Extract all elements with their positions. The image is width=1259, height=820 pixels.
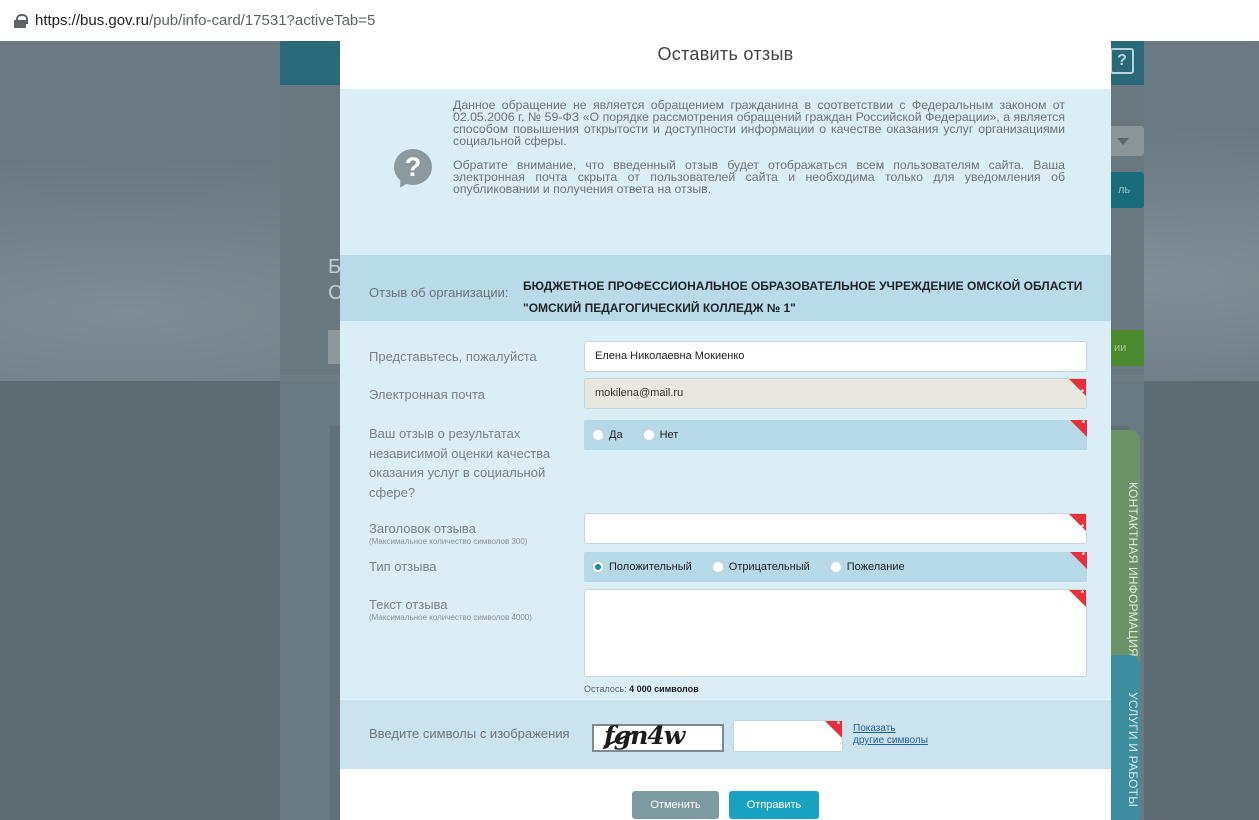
independent-evaluation-radios: Да Нет (584, 419, 1087, 450)
lock-icon (14, 13, 28, 28)
review-text-label: Текст отзыва (Максимальное количество си… (369, 595, 532, 622)
review-text-label-text: Текст отзыва (369, 597, 448, 612)
captcha-image: fgn4w (592, 721, 724, 752)
organization-row: Отзыв об организации: БЮДЖЕТНОЕ ПРОФЕССИ… (340, 255, 1111, 321)
required-marker-icon (1069, 378, 1086, 407)
question-bubble-icon: ? (394, 149, 432, 185)
radio-button[interactable] (711, 561, 724, 573)
required-marker-icon (1070, 551, 1087, 569)
email-input[interactable]: mokilena@mail.ru (584, 378, 1087, 409)
radio-option-yes[interactable]: Да (592, 429, 623, 441)
notice-text: Данное обращение не является обращением … (453, 99, 1065, 195)
review-text-area[interactable] (584, 589, 1087, 677)
address-bar[interactable]: https://bus.gov.ru/pub/info-card/17531?a… (0, 0, 1259, 41)
review-type-label: Тип отзыва (369, 559, 437, 574)
radio-button-selected[interactable] (592, 561, 604, 573)
notice-box: ? Данное обращение не является обращение… (340, 89, 1111, 255)
radio-option-negative[interactable]: Отрицательный (711, 561, 810, 573)
radio-label: Отрицательный (728, 561, 810, 573)
organization-name-line-1: БЮДЖЕТНОЕ ПРОФЕССИОНАЛЬНОЕ ОБРАЗОВАТЕЛЬН… (523, 279, 1083, 293)
name-label: Представьтесь, пожалуйста (369, 349, 537, 364)
name-input[interactable]: Елена Николаевна Мокиенко (584, 341, 1087, 372)
tab-contact-info[interactable]: КОНТАКТНАЯ ИНФОРМАЦИЯ (1110, 430, 1140, 680)
captcha-input[interactable] (733, 720, 843, 752)
radio-label: Нет (659, 429, 679, 441)
modal-actions: Отменить Отправить (340, 769, 1111, 820)
radio-label: Положительный (609, 561, 692, 573)
required-marker-icon (1070, 419, 1087, 437)
radio-label: Да (609, 429, 623, 441)
counter-prefix: Осталось: (584, 684, 627, 694)
review-text-hint: (Максимальное количество символов 4000) (369, 613, 532, 622)
url-text[interactable]: https://bus.gov.ru/pub/info-card/17531?a… (35, 12, 375, 29)
url-path: /pub/info-card/17531?activeTab=5 (148, 12, 376, 29)
refresh-captcha-link-line-1: Показать (853, 723, 896, 734)
independent-evaluation-label: Ваш отзыв о результатах независимой оцен… (369, 426, 551, 500)
radio-label: Пожелание (846, 561, 905, 573)
captcha-row: Введите символы с изображения fgn4w Пока… (340, 699, 1111, 769)
cancel-button[interactable]: Отменить (632, 791, 719, 819)
radio-button[interactable] (592, 429, 604, 441)
radio-option-wish[interactable]: Пожелание (829, 561, 905, 573)
review-title-label-text: Заголовок отзыва (369, 521, 476, 536)
counter-value: 4 000 символов (629, 684, 699, 694)
review-modal: Оставить отзыв ? Данное обращение не явл… (340, 41, 1111, 820)
organization-name-line-2: "ОМСКИЙ ПЕДАГОГИЧЕСКИЙ КОЛЛЕДЖ № 1" (523, 301, 796, 315)
review-type-radios: Положительный Отрицательный Пожелание (584, 551, 1087, 582)
required-marker-icon (1069, 513, 1086, 542)
required-marker-icon (1069, 589, 1086, 607)
help-icon: ? (1110, 48, 1134, 74)
radio-button[interactable] (642, 429, 655, 441)
required-marker-icon (825, 720, 842, 738)
review-title-input[interactable] (584, 513, 1087, 544)
tab-services-works[interactable]: УСЛУГИ И РАБОТЫ (1110, 655, 1140, 820)
review-title-hint: (Максимальное количество символов 300) (369, 537, 528, 546)
radio-option-no[interactable]: Нет (642, 429, 679, 441)
characters-remaining: Осталось: 4 000 символов (584, 684, 699, 694)
email-label: Электронная почта (369, 387, 486, 402)
email-value: mokilena@mail.ru (595, 387, 684, 399)
captcha-label: Введите символы с изображения (369, 726, 570, 741)
modal-title: Оставить отзыв (657, 44, 794, 64)
organization-name: БЮДЖЕТНОЕ ПРОФЕССИОНАЛЬНОЕ ОБРАЗОВАТЕЛЬН… (523, 275, 1083, 319)
send-button[interactable]: Отправить (729, 791, 819, 819)
notice-paragraph-1: Данное обращение не является обращением … (453, 98, 1065, 148)
captcha-text: fgn4w (604, 721, 685, 750)
refresh-captcha-link-line-2: другие символы (853, 735, 928, 746)
review-title-label: Заголовок отзыва (Максимальное количеств… (369, 519, 527, 546)
radio-button[interactable] (829, 561, 842, 573)
url-host: https://bus.gov.ru (35, 12, 149, 29)
notice-paragraph-2: Обратите внимание, что введенный отзыв б… (453, 158, 1065, 196)
radio-option-positive[interactable]: Положительный (592, 561, 692, 573)
refresh-captcha-link[interactable]: Показать другие символы (853, 723, 928, 747)
organization-label: Отзыв об организации: (369, 285, 509, 300)
